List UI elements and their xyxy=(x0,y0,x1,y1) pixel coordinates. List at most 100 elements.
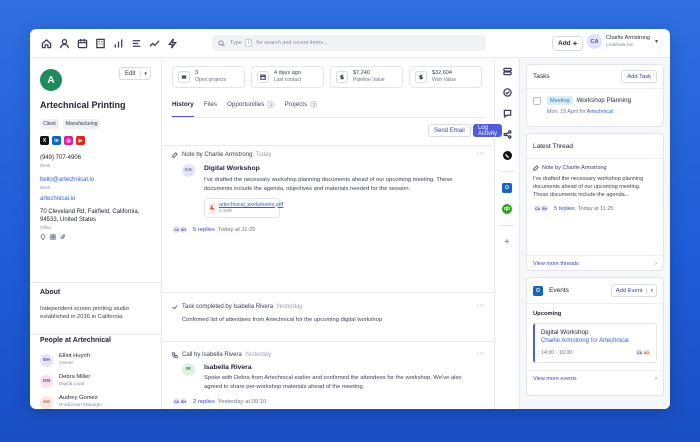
phone-value[interactable]: (949) 707-4906 xyxy=(40,154,161,162)
tab-opportunities[interactable]: Opportunities 1 xyxy=(227,98,275,117)
building-icon[interactable] xyxy=(95,38,106,49)
stat-value: 4 days ago xyxy=(274,70,301,76)
share-icon[interactable] xyxy=(502,129,512,139)
stat-label: Won Value xyxy=(432,77,456,83)
upcoming-heading: Upcoming xyxy=(533,311,562,317)
file-attachment[interactable]: artechnical_worksheets.pdf 2.1MB xyxy=(204,198,283,218)
activity-text: Spoke with Debra from Artechnical earlie… xyxy=(204,375,462,390)
list-icon[interactable] xyxy=(131,38,142,49)
user-icon[interactable] xyxy=(59,38,70,49)
trend-icon[interactable] xyxy=(149,38,160,49)
plus-icon: + xyxy=(572,39,578,48)
home-icon[interactable] xyxy=(41,38,52,49)
attachment-icon[interactable] xyxy=(60,234,66,240)
view-more-label: View more threads xyxy=(533,261,579,267)
phone-icon[interactable] xyxy=(502,150,512,160)
grid-icon[interactable] xyxy=(502,66,512,76)
view-more-threads-link[interactable]: View more threads › xyxy=(527,255,663,272)
task-type-chip: Meeting xyxy=(547,96,573,105)
grid-icon[interactable] xyxy=(50,234,56,240)
address-label: Office xyxy=(40,225,52,230)
chevron-down-icon[interactable]: ▾ xyxy=(140,70,150,77)
add-button[interactable]: Add + xyxy=(552,36,584,51)
activity-time: Yesterday xyxy=(276,304,303,310)
avatar: EH xyxy=(179,225,188,234)
replies-row: CA EH 5 replies Today at 11:25 xyxy=(533,204,657,213)
event-person[interactable]: Charlie Armstrong xyxy=(541,338,589,344)
task-checkbox[interactable] xyxy=(533,97,541,105)
outlook-icon[interactable]: O xyxy=(502,183,512,193)
website-link[interactable]: artechnical.io xyxy=(40,195,161,203)
youtube-icon[interactable]: ▶ xyxy=(76,136,85,145)
activity-text: I've drafted the necessary workshop plan… xyxy=(204,177,453,192)
bolt-icon[interactable] xyxy=(167,38,178,49)
tab-bar: History Files Opportunities 1 Projects 3 xyxy=(172,98,485,118)
activity-author: Call by Isabella Rivera xyxy=(182,352,242,358)
stats-row: 3 Open projects 4 days ago Last contact $7… xyxy=(172,66,482,88)
person-row[interactable]: AG Audrey Gomez Production Manager xyxy=(40,395,111,409)
more-options-icon[interactable]: ··· xyxy=(477,302,486,309)
bar-chart-icon[interactable] xyxy=(113,38,124,49)
user-name: Charlie Armstrong xyxy=(606,34,651,41)
people-section: People at Artechnical EH Elliot Huynh Own… xyxy=(40,337,111,409)
avatar: CA xyxy=(182,164,195,177)
edit-button[interactable]: Edit ▾ xyxy=(119,67,151,80)
stat-pipeline-value[interactable]: $7,240 Pipeline Value xyxy=(330,66,403,88)
view-more-events-link[interactable]: View more events › xyxy=(527,370,663,387)
event-org[interactable]: Artechnical xyxy=(599,338,629,344)
note-icon xyxy=(533,165,539,171)
company-name: Artechnical Printing xyxy=(40,100,126,110)
card-title: Events xyxy=(549,287,569,294)
main-content: 3 Open projects 4 days ago Last contact $7… xyxy=(162,58,502,409)
chevron-down-icon[interactable]: ▾ xyxy=(646,287,656,294)
send-email-button[interactable]: Send Email xyxy=(428,124,471,137)
replies-row: CA EH 5 replies Today at 11:25 xyxy=(172,225,485,234)
check-circle-icon[interactable] xyxy=(502,87,512,97)
x-icon[interactable]: X xyxy=(40,136,49,145)
instagram-icon[interactable]: ◎ xyxy=(64,136,73,145)
person-row[interactable]: DM Debra Miller Digital Lead xyxy=(40,374,111,388)
tab-history[interactable]: History xyxy=(172,98,194,117)
stat-value: 3 xyxy=(195,70,199,76)
event-item[interactable]: Digital Workshop Charlie Armstrong for A… xyxy=(533,323,657,363)
tab-projects[interactable]: Projects 3 xyxy=(284,98,318,117)
activity-header: Call by Isabella Rivera Yesterday xyxy=(172,352,485,358)
stat-open-projects[interactable]: 3 Open projects xyxy=(172,66,245,88)
task-org-link[interactable]: Artechnical xyxy=(587,109,613,115)
replies-link[interactable]: 2 replies xyxy=(193,399,215,405)
tab-files[interactable]: Files xyxy=(204,98,217,117)
replies-link[interactable]: 5 replies xyxy=(554,206,575,212)
linkedin-icon[interactable]: in xyxy=(52,136,61,145)
social-links: X in ◎ ▶ xyxy=(40,136,161,145)
more-options-icon[interactable]: ··· xyxy=(477,150,486,157)
quickbooks-icon[interactable]: qb xyxy=(502,204,512,214)
email-link[interactable]: hello@artechnical.io xyxy=(40,176,161,184)
phone-field: (949) 707-4906 Work xyxy=(40,154,161,168)
add-event-button[interactable]: Add Event ▾ xyxy=(610,284,657,297)
stat-label: Last contact xyxy=(274,77,301,83)
outlook-icon: O xyxy=(533,285,543,296)
chat-icon[interactable] xyxy=(502,108,512,118)
user-menu[interactable]: CA Charlie Armstrong Lookhark Inc ▾ xyxy=(587,34,658,49)
about-title: About xyxy=(40,289,61,296)
search-icon xyxy=(218,39,225,47)
top-bar: Type / for search and recent items... Ad… xyxy=(30,29,670,58)
tag-manufacturing[interactable]: Manufacturing xyxy=(62,119,101,129)
replies-link[interactable]: 5 replies xyxy=(193,227,215,233)
stat-last-contact[interactable]: 4 days ago Last contact xyxy=(251,66,324,88)
phone-icon xyxy=(172,352,178,358)
task-item[interactable]: Meeting Workshop Planning Mon, 15 April … xyxy=(527,89,663,115)
plus-icon[interactable]: + xyxy=(502,237,512,248)
reply-time: Today at 11:25 xyxy=(577,205,614,212)
location-icon[interactable] xyxy=(40,234,46,240)
calendar-icon[interactable] xyxy=(77,38,88,49)
search-bar[interactable]: Type / for search and recent items... xyxy=(212,35,486,51)
stat-won-value[interactable]: $32,604 Won Value xyxy=(409,66,482,88)
about-section: About Independent screen printing studio… xyxy=(40,289,152,321)
activity-task: Task completed by Isabella Rivera Yester… xyxy=(172,302,486,323)
tag-client[interactable]: Client xyxy=(40,119,59,129)
add-task-button[interactable]: Add Task xyxy=(621,70,657,83)
more-options-icon[interactable]: ··· xyxy=(477,350,486,357)
person-row[interactable]: EH Elliot Huynh Owner xyxy=(40,353,111,367)
divider xyxy=(500,225,514,226)
